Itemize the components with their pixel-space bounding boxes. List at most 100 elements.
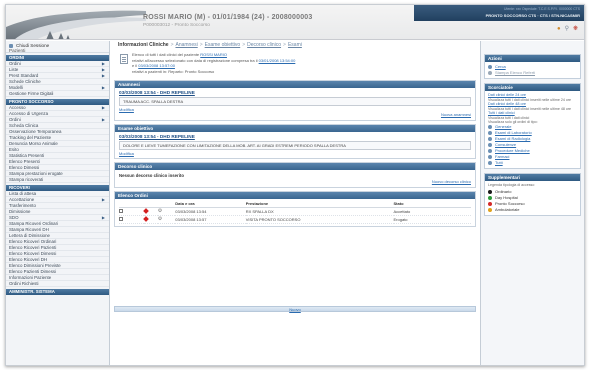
person-icon[interactable]: ● xyxy=(557,26,561,33)
sidebar-item-label: Elenco Ricoveri DH xyxy=(9,257,48,262)
decorso-panel: Decorso clinico Nessun decorso clinico i… xyxy=(114,162,476,188)
breadcrumb-item[interactable]: Esame obiettivo xyxy=(205,42,241,48)
info-line4: relativi a pazienti in: Reparto: Pronto … xyxy=(132,68,215,74)
sidebar-item-label: Ordini xyxy=(9,117,21,122)
app-window: ROSSI MARIO (M) - 01/01/1984 (24) - 2008… xyxy=(5,4,585,366)
sidebar-item-label: Lista di attesa xyxy=(9,191,37,196)
anamnesi-entry-title[interactable]: 03/03/2008 13:54 - DHD REPELINE xyxy=(119,90,471,96)
shortcuts-panel: Scorciatoie Dati clinici delle 24 ore Vi… xyxy=(484,83,581,170)
sidebar-item-label: Osservazione Temporanea xyxy=(9,129,62,134)
legend-dot-icon xyxy=(488,201,492,206)
settings-icon[interactable]: ❋ xyxy=(573,26,578,33)
patient-link[interactable]: ROSSI MARIO xyxy=(200,52,227,57)
legend-dot-icon xyxy=(488,189,492,194)
supplementary-title: Supplementari xyxy=(485,174,580,182)
order-service: RX SPALLA DX xyxy=(245,207,394,216)
search-icon xyxy=(488,65,492,69)
order-icon[interactable]: ⚙ xyxy=(158,208,162,214)
sidebar-item-label: Dimissione xyxy=(9,209,31,214)
sidebar-item[interactable]: Stampa ricoverati xyxy=(6,177,109,183)
sidebar-item[interactable]: Gestione Firme Digitali xyxy=(6,91,109,97)
sidebar-item-label: Statistica Presenti xyxy=(9,153,45,158)
orders-table: Data e ora Prestazione Stato ⚙ 03/03/200… xyxy=(119,201,471,224)
sidebar-item-label: Accesso xyxy=(9,105,26,110)
search-icon[interactable]: ⚲ xyxy=(565,26,569,33)
sidebar-item-label: Gestione Firme Digitali xyxy=(9,91,54,96)
esame-entry-title[interactable]: 03/03/2008 13:54 - DHD REPELINE xyxy=(119,134,471,140)
header: ROSSI MARIO (M) - 01/01/1984 (24) - 2008… xyxy=(6,5,584,40)
order-date: 03/03/2008 13:54 xyxy=(175,207,246,216)
date-from-link[interactable]: 03/01/2008 13:54:00 xyxy=(259,58,296,63)
header-artwork xyxy=(6,10,146,39)
order-type-icon xyxy=(488,137,492,142)
legend-dot-icon xyxy=(488,207,492,212)
sidebar-item-label: Lettera di Dimissione xyxy=(9,233,50,238)
sidebar-item-label: Prest Standard xyxy=(9,73,39,78)
patient-name: ROSSI MARIO (M) - 01/01/1984 (24) - 2008… xyxy=(143,14,313,21)
actions-panel: Azioni Cerca Stampa Elenco Referti xyxy=(484,54,581,79)
breadcrumb-item[interactable]: Decorso clinico xyxy=(247,42,281,48)
order-type-item[interactable]: Tutti xyxy=(488,160,577,166)
sidebar-item-label: Stampa Ricoveri Ordinari xyxy=(9,221,59,226)
action-print[interactable]: Stampa Elenco Referti xyxy=(488,70,577,76)
new-anamnesi-link[interactable]: Nuova anamnesi xyxy=(119,112,471,118)
anamnesi-entry-text: TRAUMA ACC. SPALLA DESTRA xyxy=(119,97,471,106)
esame-panel: Esame obiettivo 03/03/2008 13:54 - DHD R… xyxy=(114,124,476,159)
sidebar-item-label: Elenco Pazienti Dimessi xyxy=(9,269,57,274)
legend-dot-icon xyxy=(488,195,492,200)
date-to-link[interactable]: 03/03/2008 13:57:00 xyxy=(138,63,175,68)
legend-title: Legenda tipologia di accesso xyxy=(488,183,535,188)
sidebar-item-label: Scheda Clinica xyxy=(9,123,39,128)
row-checkbox[interactable] xyxy=(119,209,123,214)
esame-entry-text: DOLORE E LIEVE TUMEFAZIONE CON LIMITAZIO… xyxy=(119,141,471,150)
order-icon[interactable]: ⚙ xyxy=(158,216,162,222)
sidebar-item-label: Modelli xyxy=(9,85,23,90)
priority-icon xyxy=(142,216,149,223)
order-type-icon xyxy=(488,131,492,136)
bottom-action-bar: Nuovo xyxy=(114,306,476,312)
order-status: Erogato xyxy=(393,215,471,224)
decorso-empty-note: Nessun decorso clinico inserito xyxy=(119,173,184,178)
row-checkbox[interactable] xyxy=(119,217,123,222)
esame-edit-link[interactable]: Modifica xyxy=(119,151,471,156)
breadcrumb: Informazioni Cliniche > Anamnesi > Esame obi… xyxy=(112,41,478,50)
new-decorso-link[interactable]: Nuovo decorso clinico xyxy=(119,179,471,185)
breadcrumb-item: Informazioni Cliniche xyxy=(118,42,169,48)
breadcrumb-item[interactable]: Anamnesi xyxy=(175,42,197,48)
document-icon xyxy=(120,54,128,64)
sidebar-item-label: Schede Cliniche xyxy=(9,79,41,84)
sidebar-item-label: Tracking del Paziente xyxy=(9,135,52,140)
sidebar-item-label: Ordini xyxy=(9,61,21,66)
shortcuts-title: Scorciatoie xyxy=(485,84,580,91)
patients-link[interactable]: Pazienti xyxy=(9,48,25,53)
breadcrumb-item[interactable]: Esami xyxy=(288,42,302,48)
order-type-label: Tutti xyxy=(495,160,503,166)
sidebar-item-label: Accesso di Urgenza xyxy=(9,111,49,116)
sidebar-item-label: Elenco Ricoveri Pazienti xyxy=(9,245,57,250)
sidebar-item-label: Stampa prestazioni erogate xyxy=(9,171,63,176)
actions-title: Azioni xyxy=(485,55,580,62)
sidebar-item[interactable]: Ordini Richiesti xyxy=(6,281,109,287)
sidebar-item-label: Elenco Ricoveri Ordinari xyxy=(9,239,57,244)
order-status: Accettato xyxy=(393,207,471,216)
anamnesi-title: Anamnesi xyxy=(115,81,475,88)
sidebar-item-label: Trasferimento xyxy=(9,203,36,208)
access-legend: Ordinario Day Hospital Pronto Soccorso Ambu… xyxy=(488,189,577,213)
action-print-label: Stampa Elenco Referti xyxy=(495,70,536,75)
sidebar-item-label: Informazioni Paziente xyxy=(9,275,52,280)
sidebar-item-label: Stampa Ricoveri DH xyxy=(9,227,49,232)
department-label: PRONTO SOCCORSO CTS · CTS / STN.NICASMIR xyxy=(485,13,580,18)
order-type-icon xyxy=(488,155,492,160)
sidebar-item-label: Elenco Ricoveri Dimessi xyxy=(9,251,57,256)
info-line1: Elenco di tutti i dati clinici del pazie… xyxy=(132,52,200,57)
close-session-icon xyxy=(9,43,13,48)
new-button[interactable]: Nuovo xyxy=(289,307,301,312)
table-row[interactable]: ⚙ 03/03/2008 13:57 VISITA PRONTO SOCCORS… xyxy=(119,215,471,224)
orders-panel: Elenco Ordini Data e ora Prestazione Sta… xyxy=(114,191,476,227)
print-icon xyxy=(488,71,492,75)
top-status-bar: Utente: xxx Ospedale: T.C.E S.P.P.I. 000… xyxy=(414,5,584,21)
breadcrumb-separator: > xyxy=(199,42,203,48)
sidebar-item-label: Liste xyxy=(9,67,19,72)
table-row[interactable]: ⚙ 03/03/2008 13:54 RX SPALLA DX Accettat… xyxy=(119,207,471,216)
nav-section-header: AMMINISTR. SISTEMA xyxy=(6,289,109,295)
